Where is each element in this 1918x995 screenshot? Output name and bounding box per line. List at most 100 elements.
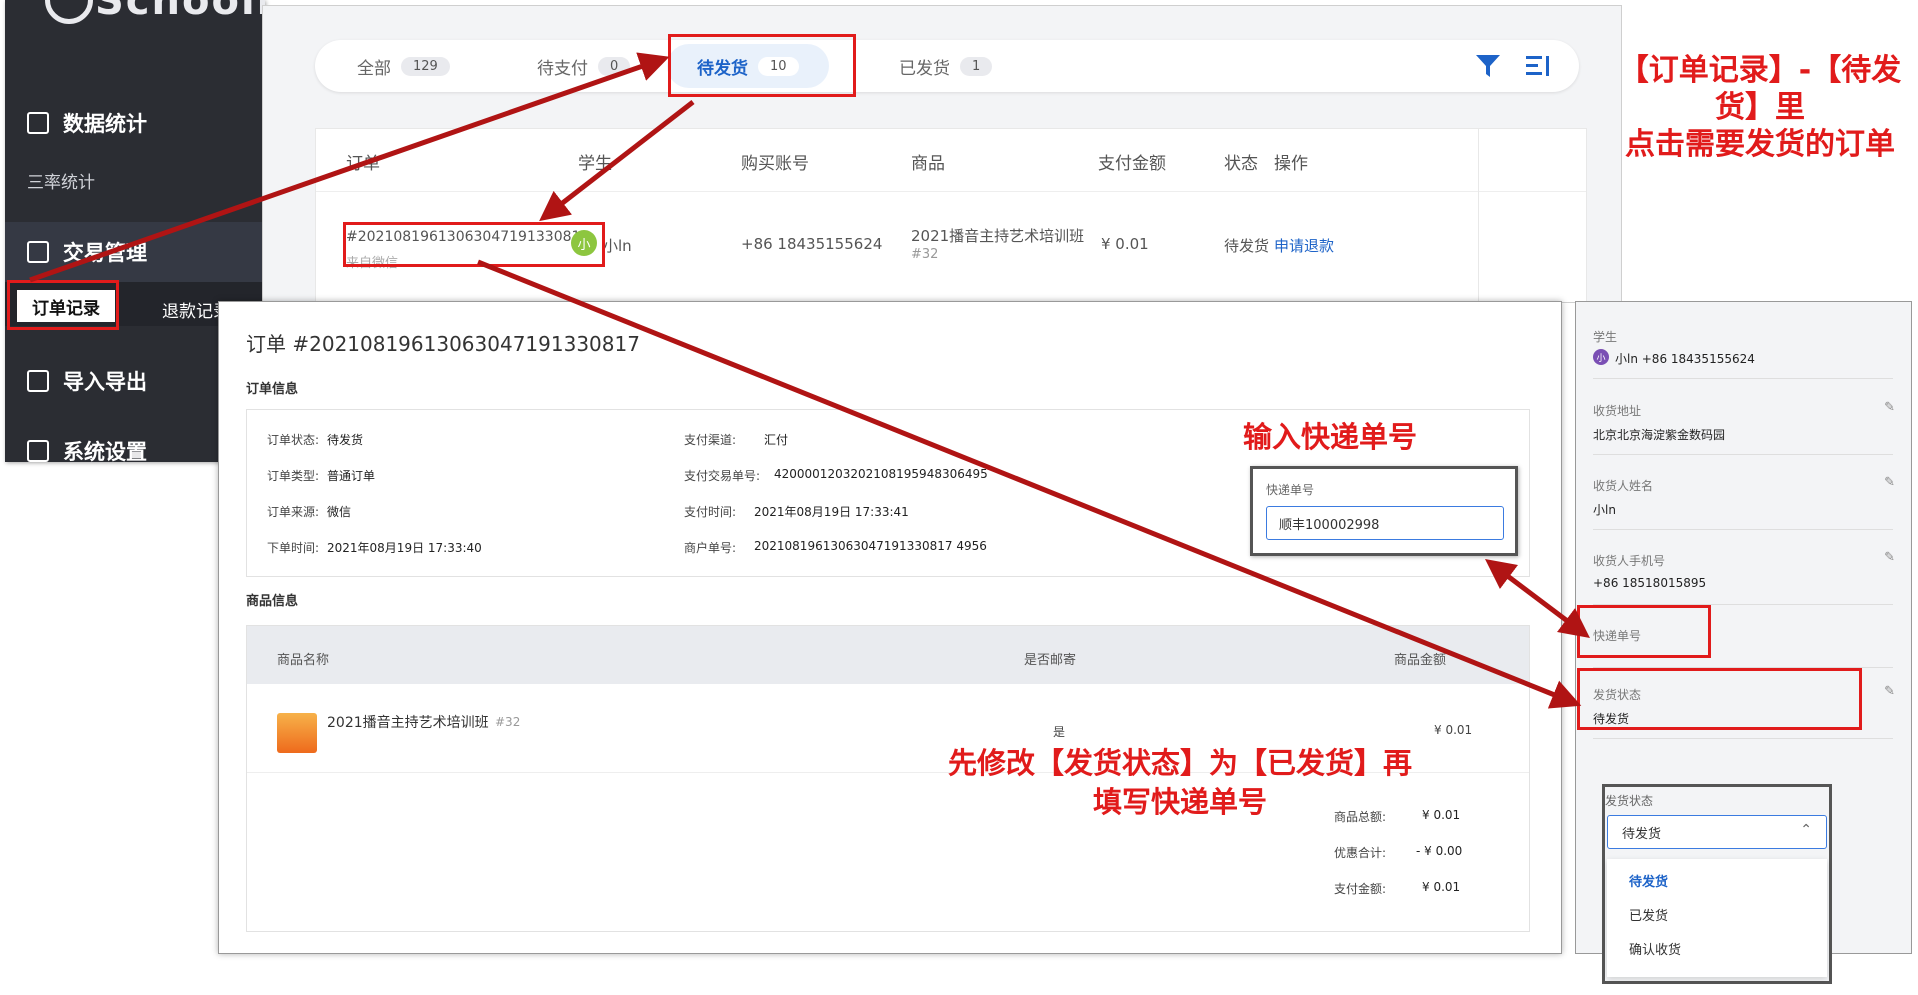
chart-icon: [27, 112, 49, 134]
goods-info-heading: 商品信息: [246, 594, 299, 609]
express-popup: 快递单号 顺丰100002998: [1250, 466, 1518, 556]
highlight-express-label: [1577, 605, 1711, 658]
nav-trade[interactable]: 交易管理: [5, 237, 265, 267]
annotation-express: 输入快递单号: [1243, 420, 1418, 454]
product-id: #32: [911, 247, 939, 262]
column-settings-icon[interactable]: [1525, 54, 1551, 78]
total-paid-value: ¥ 0.01: [1422, 880, 1461, 894]
phone-label: 收货人手机号: [1593, 554, 1666, 568]
annotation-modify-line2: 填写快递单号: [1092, 785, 1267, 819]
info-merchant-no-label: 商户单号:: [684, 541, 737, 555]
ship-status-options: 待发货 已发货 确认收货: [1607, 859, 1827, 977]
highlight-pending-tab: [668, 34, 856, 97]
option-confirm-receipt[interactable]: 确认收货: [1629, 939, 1681, 958]
goods-price: ¥ 0.01: [1434, 723, 1473, 737]
nav-import-export-label: 导入导出: [63, 370, 147, 394]
total-discount-value: - ¥ 0.00: [1416, 844, 1463, 858]
info-pay-time-label: 支付时间:: [684, 505, 737, 519]
divider: [1593, 529, 1893, 530]
tab-pending-payment-count: 0: [598, 56, 631, 76]
option-shipped[interactable]: 已发货: [1629, 905, 1668, 924]
annotation-step1-line1: 【订单记录】-【待发: [1618, 53, 1902, 88]
nav-data-stats[interactable]: 数据统计: [5, 108, 265, 138]
edit-ship-status-icon[interactable]: ✎: [1884, 684, 1895, 699]
address-value: 北京北京海淀紫金数码园: [1593, 428, 1726, 442]
goods-col-price: 商品金额: [1394, 653, 1447, 668]
student-info: 小ln +86 18435155624: [1615, 352, 1755, 366]
product-thumbnail: [277, 713, 317, 753]
info-merchant-no: 20210819613063047191330817 4956: [754, 539, 987, 553]
receiver-label: 收货人姓名: [1593, 479, 1654, 493]
info-trade-no-label: 支付交易单号:: [684, 469, 761, 483]
edit-receiver-icon[interactable]: ✎: [1884, 475, 1895, 490]
annotation-step1-line2: 货】里: [1715, 90, 1805, 125]
info-time: 2021年08月19日 17:33:40: [327, 541, 482, 555]
order-detail-panel: 订单 #20210819613063047191330817 订单信息 订单状态…: [218, 301, 1562, 954]
info-status-label: 订单状态:: [267, 433, 320, 447]
tab-shipped-count: 1: [960, 56, 993, 76]
info-status: 待发货: [327, 433, 364, 447]
address-label: 收货地址: [1593, 404, 1642, 418]
col-student: 学生: [578, 154, 612, 174]
annotation-modify-line1: 先修改【发货状态】为【已发货】再: [947, 746, 1412, 780]
ship-dropdown-label: 发货状态: [1605, 794, 1654, 808]
order-status: 待发货: [1224, 237, 1270, 255]
total-paid-label: 支付金额:: [1334, 882, 1387, 896]
goods-id: #32: [495, 715, 521, 729]
order-info-heading: 订单信息: [246, 382, 299, 397]
annotation-step1-line3: 点击需要发货的订单: [1625, 127, 1895, 162]
goods-col-mail: 是否邮寄: [1024, 653, 1077, 668]
logo-text: Schoolin: [95, 0, 265, 24]
product-name: 2021播音主持艺术培训班: [911, 227, 1085, 245]
nav-three-rate-stats[interactable]: 三率统计: [27, 168, 95, 193]
edit-address-icon[interactable]: ✎: [1884, 400, 1895, 415]
info-type-label: 订单类型:: [267, 469, 320, 483]
student-label: 学生: [1593, 330, 1618, 344]
highlight-ship-status: [1577, 668, 1862, 730]
phone-value: +86 18518015895: [1593, 576, 1707, 590]
highlight-order-records: [7, 280, 119, 330]
edit-phone-icon[interactable]: ✎: [1884, 550, 1895, 565]
col-action: 操作: [1274, 154, 1308, 174]
import-export-icon: [27, 370, 49, 392]
receiver-value: 小ln: [1593, 503, 1616, 517]
tab-all[interactable]: 全部 129: [357, 40, 450, 92]
annotation-step1: 【订单记录】-【待发 货】里 点击需要发货的订单: [1610, 52, 1910, 163]
col-order: 订单: [346, 154, 380, 174]
action-column-divider: [1478, 129, 1479, 302]
goods-name: 2021播音主持艺术培训班: [327, 715, 489, 731]
goods-col-name: 商品名称: [277, 653, 330, 668]
option-pending-shipment[interactable]: 待发货: [1629, 871, 1668, 890]
table-header-divider: [316, 191, 1586, 192]
logo-icon: [45, 0, 93, 24]
detail-title: 订单 #20210819613063047191330817: [246, 332, 640, 356]
divider: [1593, 378, 1893, 379]
tab-shipped[interactable]: 已发货 1: [899, 40, 993, 92]
filter-icon[interactable]: [1475, 54, 1501, 78]
info-channel: 汇付: [764, 433, 789, 447]
goods-mail: 是: [1053, 725, 1066, 739]
ship-status-select[interactable]: 待发货 ⌃: [1607, 815, 1827, 849]
col-product: 商品: [911, 154, 945, 174]
nav-data-stats-label: 数据统计: [63, 112, 147, 136]
col-status: 状态: [1224, 154, 1258, 174]
highlight-order-number: [343, 222, 605, 267]
tab-shipped-label: 已发货: [899, 58, 950, 79]
chevron-up-icon: ⌃: [1800, 822, 1812, 838]
buyer-account: +86 18435155624: [741, 235, 883, 253]
info-channel-label: 支付渠道:: [684, 433, 737, 447]
nav-trade-label: 交易管理: [63, 241, 147, 265]
info-pay-time: 2021年08月19日 17:33:41: [754, 505, 909, 519]
tab-all-label: 全部: [357, 58, 391, 79]
tab-pending-payment[interactable]: 待支付 0: [537, 40, 631, 92]
pay-amount: ¥ 0.01: [1101, 235, 1149, 253]
divider: [1593, 454, 1893, 455]
info-source: 微信: [327, 505, 352, 519]
info-source-label: 订单来源:: [267, 505, 320, 519]
goods-table-header: [247, 626, 1529, 684]
divider: [1593, 738, 1893, 739]
express-number-input[interactable]: 顺丰100002998: [1266, 506, 1504, 540]
refund-link[interactable]: 申请退款: [1274, 235, 1334, 256]
info-trade-no: 4200001203202108195948306495: [774, 467, 988, 481]
tab-pending-payment-label: 待支付: [537, 58, 588, 79]
